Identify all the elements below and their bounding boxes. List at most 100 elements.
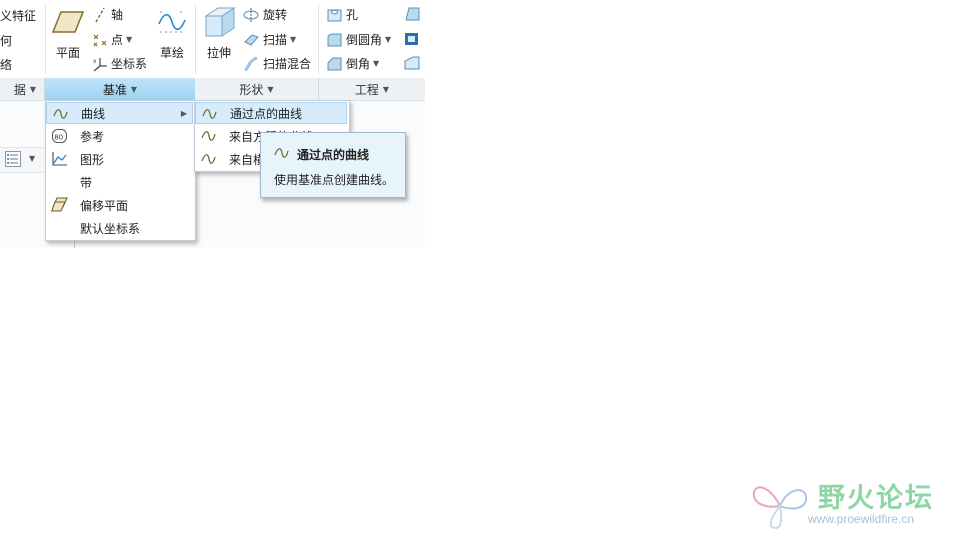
sketch-button[interactable]: 草绘 <box>154 8 190 61</box>
reference-icon: 80 <box>52 129 67 143</box>
group-datum[interactable]: 基准 ▼ <box>45 78 195 100</box>
shell-icon <box>405 33 418 45</box>
revolve-label: 旋转 <box>263 8 288 22</box>
chevron-down-icon[interactable]: ▼ <box>290 35 296 44</box>
sketch-label: 草绘 <box>159 46 184 60</box>
revolve-button[interactable]: 旋转 <box>243 6 287 23</box>
menu-item-reference[interactable]: 80 参考 <box>46 125 193 147</box>
app-window: 义特征 何 络 平面 轴 点 ▼ x 坐标系 草绘 拉伸 旋转 扫描 ▼ 扫描混… <box>0 0 425 248</box>
point-button[interactable]: 点 ▼ <box>92 31 132 48</box>
group-engineering[interactable]: 工程 ▼ <box>319 78 425 100</box>
round-button[interactable]: 倒圆角 ▼ <box>326 31 391 48</box>
menu-item-label: 带 <box>80 175 93 190</box>
sketch-icon <box>158 11 186 33</box>
ribbon: 义特征 何 络 平面 轴 点 ▼ x 坐标系 草绘 拉伸 旋转 扫描 ▼ 扫描混… <box>0 0 425 79</box>
revolve-icon <box>243 7 259 22</box>
menu-item-label: 默认坐标系 <box>80 221 141 236</box>
submenu-item-label: 通过点的曲线 <box>230 106 303 121</box>
menu-item-label: 曲线 <box>81 106 106 121</box>
chamfer-icon <box>327 57 342 70</box>
chamfer-label: 倒角 <box>346 57 371 71</box>
extrude-icon <box>204 7 236 37</box>
curve-icon <box>53 109 68 119</box>
ribbon-separator <box>195 4 196 74</box>
chevron-down-icon[interactable]: ▼ <box>373 59 379 68</box>
hole-label: 孔 <box>346 8 359 22</box>
menu-item-ribbon[interactable]: 带 <box>46 171 193 193</box>
plane-label: 平面 <box>55 46 80 60</box>
svg-text:80: 80 <box>54 133 63 141</box>
chamfer-button[interactable]: 倒角 ▼ <box>326 55 379 72</box>
hole-icon <box>327 9 342 21</box>
group-engineering-label: 工程 <box>354 82 379 97</box>
watermark-title: 野火论坛 <box>818 483 934 514</box>
svg-text:x: x <box>93 58 97 65</box>
network-button[interactable]: 络 <box>0 56 12 73</box>
menu-item-label: 参考 <box>80 129 105 144</box>
plane-button[interactable]: 平面 <box>50 8 86 61</box>
chevron-right-icon: ▶ <box>180 108 187 118</box>
curve-icon <box>274 148 289 158</box>
watermark: 野火论坛 www.proewildfire.cn <box>750 474 955 534</box>
geometry-button[interactable]: 何 <box>0 32 12 49</box>
point-icon <box>93 34 107 46</box>
round-icon <box>327 33 342 46</box>
curve-icon <box>201 154 216 164</box>
menu-item-graph[interactable]: 图形 <box>46 148 193 170</box>
tooltip-body: 使用基准点创建曲线。 <box>274 173 395 187</box>
user-defined-feature-button[interactable]: 义特征 <box>0 7 36 24</box>
chevron-down-icon: ▼ <box>382 84 390 94</box>
swept-blend-icon <box>244 56 258 71</box>
chevron-down-icon[interactable]: ▼ <box>29 154 35 163</box>
chevron-down-icon: ▼ <box>130 84 138 94</box>
datum-dropdown-menu: 曲线 ▶ 80 参考 图形 带 偏移平面 默认坐标系 <box>45 100 196 241</box>
draft-icon <box>405 7 420 21</box>
menu-item-offset-plane[interactable]: 偏移平面 <box>46 194 193 216</box>
group-datum-label: 基准 <box>102 82 127 97</box>
butterfly-logo-icon <box>752 486 808 530</box>
rib-icon <box>404 56 420 70</box>
geometry-label: 何 <box>0 34 13 48</box>
extrude-label: 拉伸 <box>206 46 231 60</box>
tooltip: 通过点的曲线 使用基准点创建曲线。 <box>260 132 406 198</box>
axis-button[interactable]: 轴 <box>92 6 123 23</box>
swept-blend-button[interactable]: 扫描混合 <box>243 55 311 72</box>
coordinate-system-label: 坐标系 <box>111 57 148 71</box>
menu-item-label: 图形 <box>80 152 105 167</box>
ribbon-separator <box>45 4 46 74</box>
curve-icon <box>202 109 217 119</box>
menu-item-curve[interactable]: 曲线 ▶ <box>46 102 193 124</box>
chevron-down-icon: ▼ <box>267 84 274 94</box>
menu-item-label: 偏移平面 <box>80 198 129 213</box>
hole-button[interactable]: 孔 <box>326 6 358 23</box>
group-get-data-label: 据 <box>13 82 26 97</box>
watermark-url: www.proewildfire.cn <box>808 512 915 526</box>
graph-icon <box>52 152 67 166</box>
list-settings-icon <box>5 151 21 167</box>
show-options-button[interactable] <box>4 150 22 171</box>
axis-icon <box>95 7 105 22</box>
rib-button[interactable] <box>403 55 420 71</box>
plane-icon <box>51 11 85 33</box>
swept-blend-label: 扫描混合 <box>263 57 312 71</box>
axis-label: 轴 <box>111 8 124 22</box>
chevron-down-icon[interactable]: ▼ <box>385 35 391 44</box>
offset-plane-icon <box>51 197 68 212</box>
shell-button[interactable] <box>403 31 420 47</box>
extrude-button[interactable]: 拉伸 <box>200 6 238 61</box>
ribbon-group-bar: 据 ▼ 基准 ▼ 形状 ▼ 工程 ▼ <box>0 78 425 101</box>
submenu-item-curve-through-points[interactable]: 通过点的曲线 <box>195 102 347 124</box>
menu-item-default-csys[interactable]: 默认坐标系 <box>46 217 193 239</box>
tooltip-title: 通过点的曲线 <box>297 148 370 162</box>
draft-button[interactable] <box>403 6 420 22</box>
group-get-data[interactable]: 据 ▼ <box>0 78 45 100</box>
group-shapes[interactable]: 形状 ▼ <box>195 78 319 100</box>
sweep-icon <box>244 33 259 46</box>
sweep-button[interactable]: 扫描 ▼ <box>243 31 296 48</box>
network-label: 络 <box>0 58 13 72</box>
sweep-label: 扫描 <box>263 33 288 47</box>
coordinate-system-button[interactable]: x 坐标系 <box>92 55 147 72</box>
point-label: 点 <box>111 33 124 47</box>
chevron-down-icon: ▼ <box>29 84 36 94</box>
chevron-down-icon[interactable]: ▼ <box>126 35 132 44</box>
